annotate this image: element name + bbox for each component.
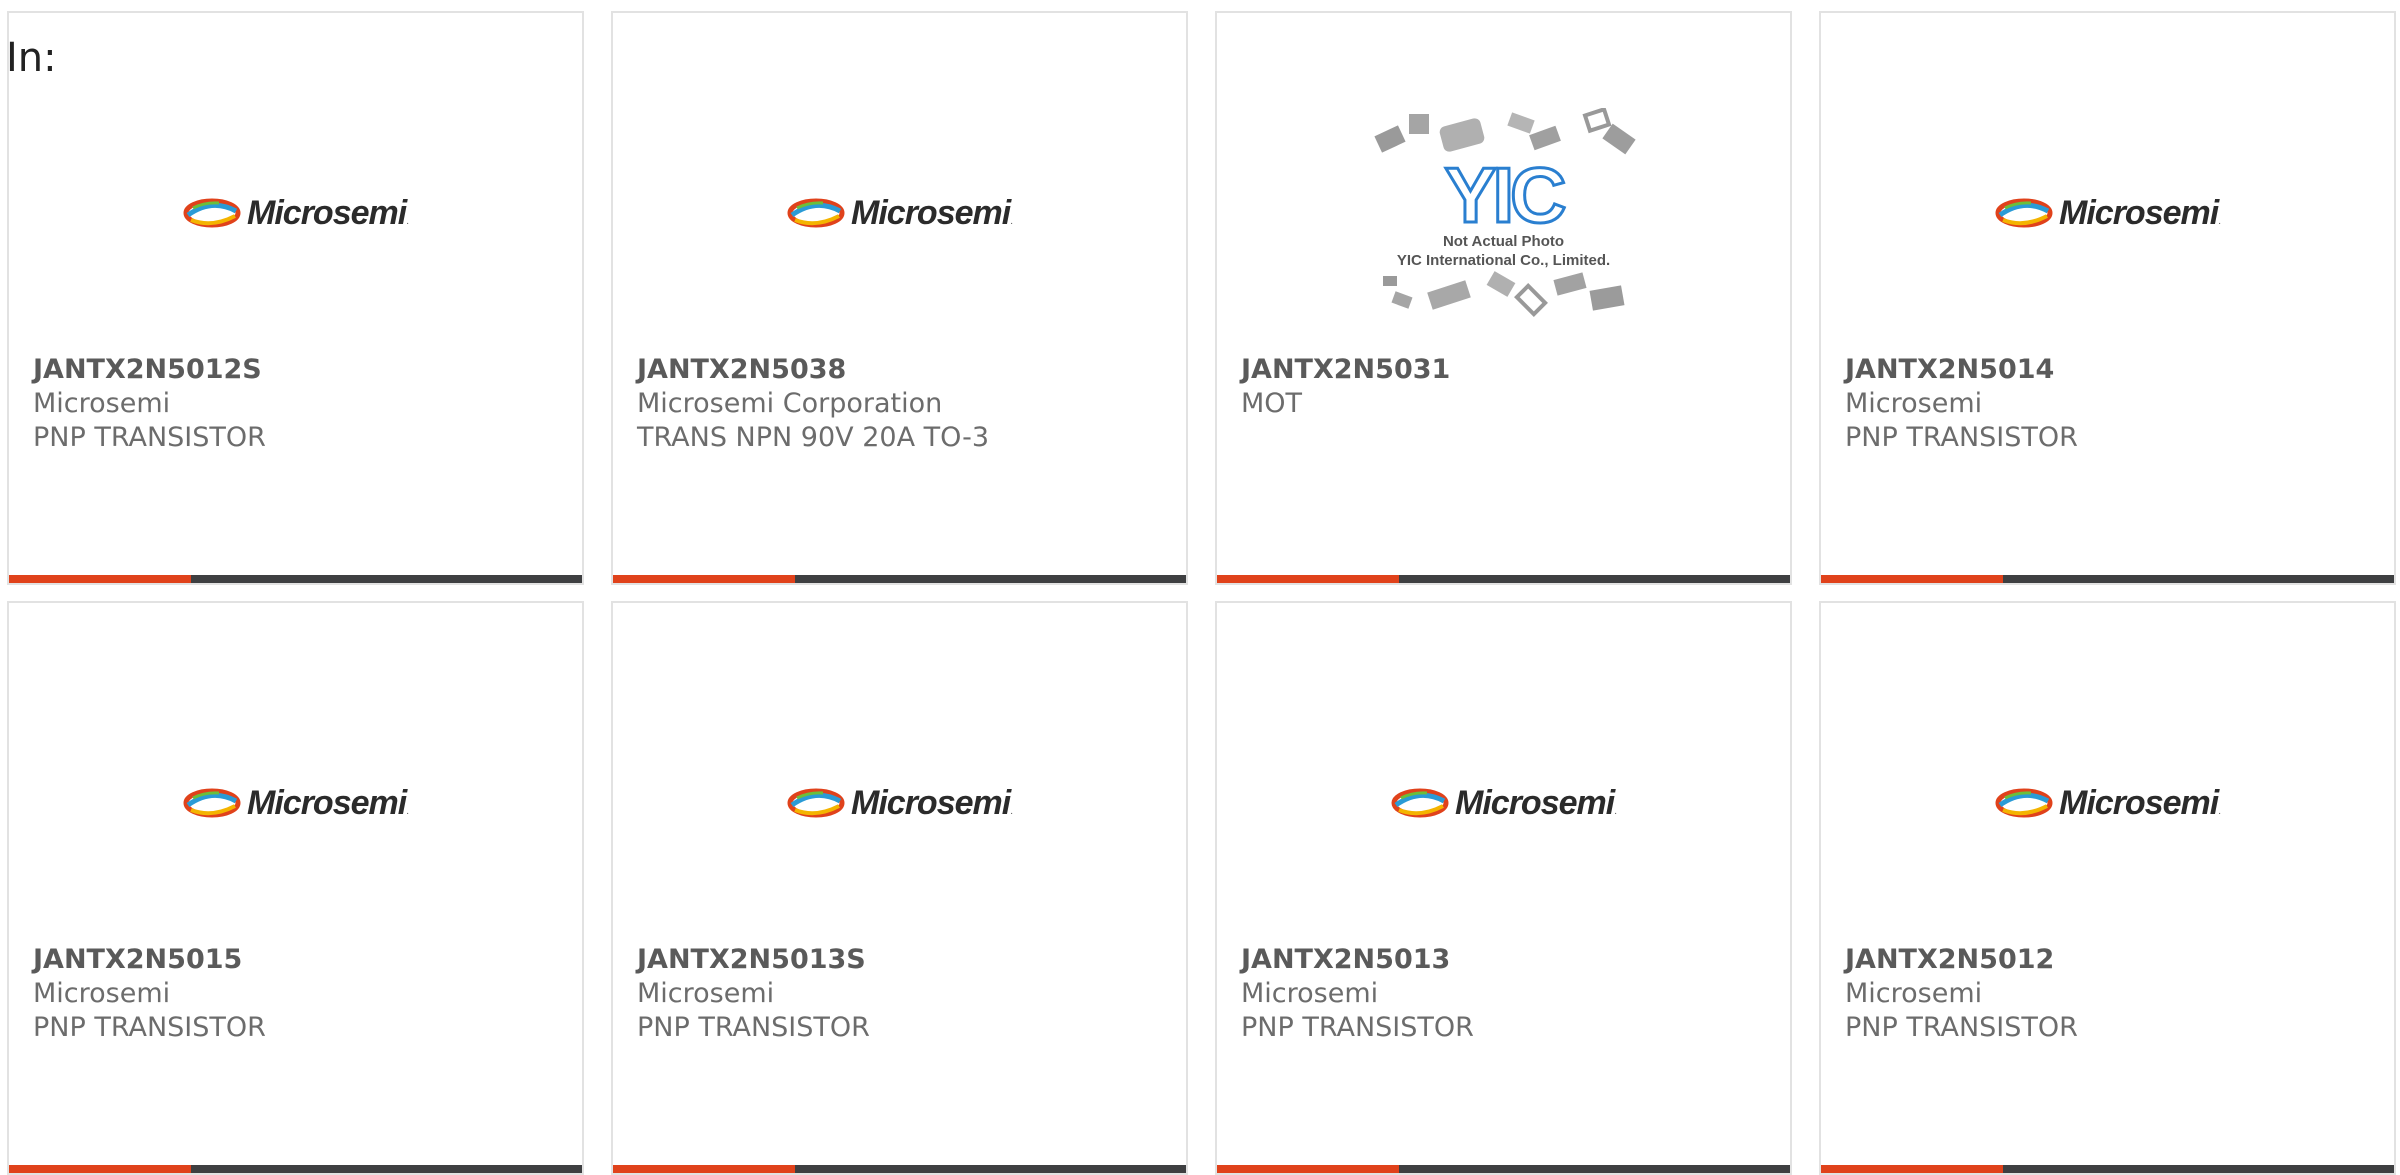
product-card[interactable]: Microsemi. JANTX2N5012 Microsemi PNP TRA… <box>1819 601 2396 1175</box>
part-number[interactable]: JANTX2N5012S <box>33 353 562 387</box>
product-card[interactable]: Microsemi. JANTX2N5013S Microsemi PNP TR… <box>611 601 1188 1175</box>
description: PNP TRANSISTOR <box>637 1012 870 1043</box>
description: PNP TRANSISTOR <box>33 422 266 453</box>
manufacturer: Microsemi Corporation <box>637 388 943 419</box>
part-number[interactable]: JANTX2N5013 <box>1241 943 1770 977</box>
microsemi-wordmark: Microsemi. <box>247 783 409 822</box>
description: PNP TRANSISTOR <box>1845 1012 2078 1043</box>
product-card[interactable]: Microsemi. JANTX2N5012S Microsemi PNP TR… <box>7 11 584 585</box>
yic-mark: YIC <box>1443 150 1568 239</box>
microsemi-swirl-icon <box>1995 198 2053 228</box>
description: PNP TRANSISTOR <box>1845 422 2078 453</box>
card-accent-bar <box>613 575 1186 583</box>
microsemi-logo: Microsemi. <box>787 193 1013 233</box>
product-image[interactable]: Microsemi. <box>1217 683 1790 923</box>
microsemi-logo: Microsemi. <box>183 783 409 823</box>
manufacturer: MOT <box>1241 388 1303 419</box>
part-number[interactable]: JANTX2N5038 <box>637 353 1166 387</box>
part-number[interactable]: JANTX2N5012 <box>1845 943 2374 977</box>
product-card[interactable]: YIC Not Actual Photo YIC International C… <box>1215 11 1792 585</box>
part-number[interactable]: JANTX2N5013S <box>637 943 1166 977</box>
microsemi-logo: Microsemi. <box>1391 783 1617 823</box>
microsemi-wordmark: Microsemi. <box>1455 783 1617 822</box>
chip-packages-icon <box>1382 271 1624 318</box>
product-image[interactable]: Microsemi. <box>1821 93 2394 333</box>
product-image[interactable]: Microsemi. <box>613 683 1186 923</box>
manufacturer: Microsemi <box>1241 978 1379 1009</box>
yic-placeholder-image: YIC Not Actual Photo YIC International C… <box>1369 107 1639 318</box>
microsemi-swirl-icon <box>787 788 845 818</box>
manufacturer: Microsemi <box>1845 388 1983 419</box>
manufacturer: Microsemi <box>33 388 171 419</box>
product-image[interactable]: Microsemi. <box>9 683 582 923</box>
product-image[interactable]: Microsemi. <box>9 93 582 333</box>
manufacturer: Microsemi <box>1845 978 1983 1009</box>
microsemi-wordmark: Microsemi. <box>851 783 1013 822</box>
description: TRANS NPN 90V 20A TO-3 <box>637 422 990 453</box>
card-accent-bar <box>9 575 582 583</box>
microsemi-swirl-icon <box>787 198 845 228</box>
product-image[interactable]: YIC Not Actual Photo YIC International C… <box>1217 93 1790 333</box>
microsemi-swirl-icon <box>1995 788 2053 818</box>
microsemi-swirl-icon <box>183 198 241 228</box>
card-accent-bar <box>1217 575 1790 583</box>
product-image[interactable]: Microsemi. <box>1821 683 2394 923</box>
placeholder-caption: Not Actual Photo YIC International Co., … <box>1396 233 1611 270</box>
product-card[interactable]: Microsemi. JANTX2N5013 Microsemi PNP TRA… <box>1215 601 1792 1175</box>
microsemi-logo: Microsemi. <box>1995 783 2221 823</box>
product-image[interactable]: Microsemi. <box>613 93 1186 333</box>
part-number[interactable]: JANTX2N5015 <box>33 943 562 977</box>
microsemi-wordmark: Microsemi. <box>247 193 409 232</box>
microsemi-wordmark: Microsemi. <box>851 193 1013 232</box>
description: PNP TRANSISTOR <box>33 1012 266 1043</box>
microsemi-logo: Microsemi. <box>183 193 409 233</box>
microsemi-wordmark: Microsemi. <box>2059 193 2221 232</box>
microsemi-wordmark: Microsemi. <box>2059 783 2221 822</box>
manufacturer: Microsemi <box>33 978 171 1009</box>
card-accent-bar <box>1821 575 2394 583</box>
product-card[interactable]: Microsemi. JANTX2N5014 Microsemi PNP TRA… <box>1819 11 2396 585</box>
filter-label: In: <box>6 35 57 81</box>
microsemi-swirl-icon <box>183 788 241 818</box>
microsemi-logo: Microsemi. <box>787 783 1013 823</box>
description: PNP TRANSISTOR <box>1241 1012 1474 1043</box>
manufacturer: Microsemi <box>637 978 775 1009</box>
product-card[interactable]: Microsemi. JANTX2N5015 Microsemi PNP TRA… <box>7 601 584 1175</box>
microsemi-swirl-icon <box>1391 788 1449 818</box>
part-number[interactable]: JANTX2N5031 <box>1241 353 1770 387</box>
microsemi-logo: Microsemi. <box>1995 193 2221 233</box>
product-card[interactable]: Microsemi. JANTX2N5038 Microsemi Corpora… <box>611 11 1188 585</box>
part-number[interactable]: JANTX2N5014 <box>1845 353 2374 387</box>
